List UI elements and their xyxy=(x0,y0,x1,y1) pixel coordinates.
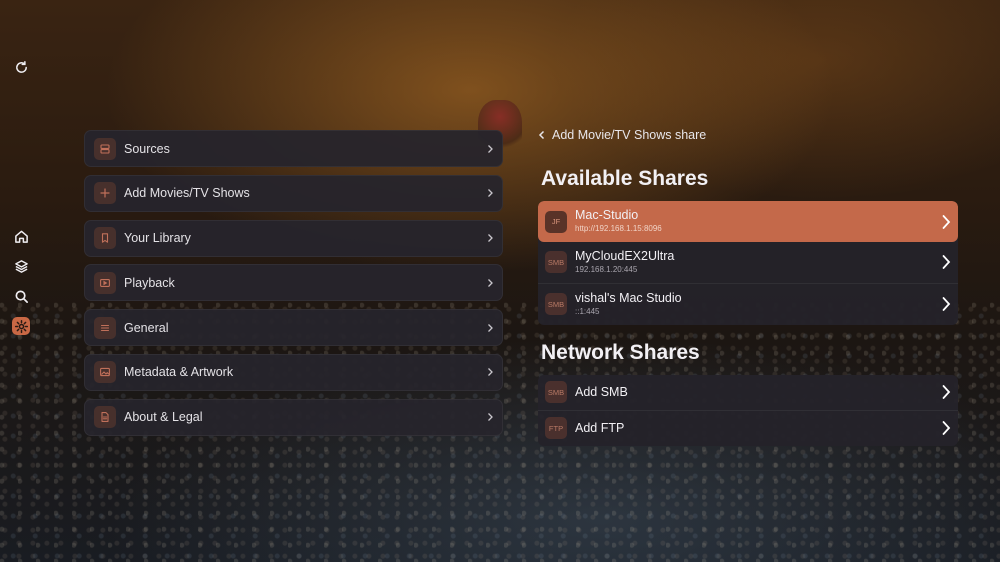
breadcrumb-label: Add Movie/TV Shows share xyxy=(552,128,707,142)
network-shares-list: SMB Add SMB FTP Add FTP xyxy=(538,375,958,446)
share-name: Add SMB xyxy=(575,384,628,399)
available-shares-list: JF Mac-Studio http://192.168.1.15:8096 S… xyxy=(538,201,958,325)
settings-button[interactable] xyxy=(12,317,30,335)
share-name: Mac-Studio xyxy=(575,208,639,223)
menu-item-playback[interactable]: Playback xyxy=(84,264,503,302)
available-shares-title: Available Shares xyxy=(541,167,709,190)
menu-item-label: General xyxy=(124,320,169,335)
image-icon xyxy=(94,361,116,384)
network-shares-title: Network Shares xyxy=(541,341,700,364)
chevron-right-icon xyxy=(942,385,951,400)
play-icon xyxy=(94,271,116,294)
refresh-icon xyxy=(15,60,27,73)
add-ftp-row[interactable]: FTP Add FTP xyxy=(538,411,958,447)
home-button[interactable] xyxy=(11,226,31,246)
share-address: ::1:445 xyxy=(575,306,600,316)
server-icon xyxy=(94,137,116,160)
back-button[interactable]: Add Movie/TV Shows share xyxy=(538,128,706,142)
chevron-right-icon xyxy=(488,413,493,422)
menu-item-general[interactable]: General xyxy=(84,309,503,347)
chevron-right-icon xyxy=(942,297,951,312)
chevron-right-icon xyxy=(942,255,951,270)
menu-item-label: Sources xyxy=(124,141,170,156)
home-icon xyxy=(14,230,28,243)
menu-item-label: Your Library xyxy=(124,231,191,246)
search-button[interactable] xyxy=(11,286,31,306)
menu-item-label: Metadata & Artwork xyxy=(124,365,234,380)
settings-icon xyxy=(14,319,28,333)
share-row-vishal-mac[interactable]: SMB vishal's Mac Studio ::1:445 xyxy=(538,284,958,325)
share-type-badge: SMB xyxy=(545,381,567,404)
library-button[interactable] xyxy=(11,256,31,276)
chevron-right-icon xyxy=(488,144,493,153)
share-type-badge: FTP xyxy=(545,417,567,440)
list-icon xyxy=(94,316,116,339)
document-icon xyxy=(94,406,116,429)
chevron-right-icon xyxy=(488,189,493,198)
settings-menu: Sources Add Movies/TV Shows Your Library… xyxy=(84,130,503,444)
menu-item-label: Playback xyxy=(124,275,175,290)
chevron-right-icon xyxy=(942,421,951,436)
share-type-badge: JF xyxy=(545,210,567,233)
chevron-right-icon xyxy=(942,214,951,229)
share-name: vishal's Mac Studio xyxy=(575,290,682,305)
chevron-right-icon xyxy=(488,368,493,377)
share-type-badge: SMB xyxy=(545,293,567,316)
chevron-right-icon xyxy=(488,323,493,332)
menu-item-label: About & Legal xyxy=(124,410,203,425)
chevron-right-icon xyxy=(488,278,493,287)
share-row-mycloud[interactable]: SMB MyCloudEX2Ultra 192.168.1.20:445 xyxy=(538,242,958,284)
share-name: MyCloudEX2Ultra xyxy=(575,248,675,263)
nav-rail xyxy=(0,0,44,562)
menu-item-add-movies[interactable]: Add Movies/TV Shows xyxy=(84,174,503,212)
menu-item-sources[interactable]: Sources xyxy=(84,130,503,167)
share-address: http://192.168.1.15:8096 xyxy=(575,224,662,234)
refresh-button[interactable] xyxy=(11,57,31,77)
menu-item-about[interactable]: About & Legal xyxy=(84,398,503,436)
menu-item-library[interactable]: Your Library xyxy=(84,219,503,257)
chevron-left-icon xyxy=(538,130,545,140)
bookmark-icon xyxy=(94,227,116,250)
share-name: Add FTP xyxy=(575,420,625,435)
share-type-badge: SMB xyxy=(545,251,567,274)
chevron-right-icon xyxy=(488,234,493,243)
search-icon xyxy=(15,290,28,303)
add-smb-row[interactable]: SMB Add SMB xyxy=(538,375,958,411)
plus-icon xyxy=(94,182,116,205)
share-row-mac-studio[interactable]: JF Mac-Studio http://192.168.1.15:8096 xyxy=(538,201,958,243)
menu-item-label: Add Movies/TV Shows xyxy=(124,186,250,201)
menu-item-metadata[interactable]: Metadata & Artwork xyxy=(84,353,503,391)
share-address: 192.168.1.20:445 xyxy=(575,264,638,274)
layers-icon xyxy=(14,259,28,273)
